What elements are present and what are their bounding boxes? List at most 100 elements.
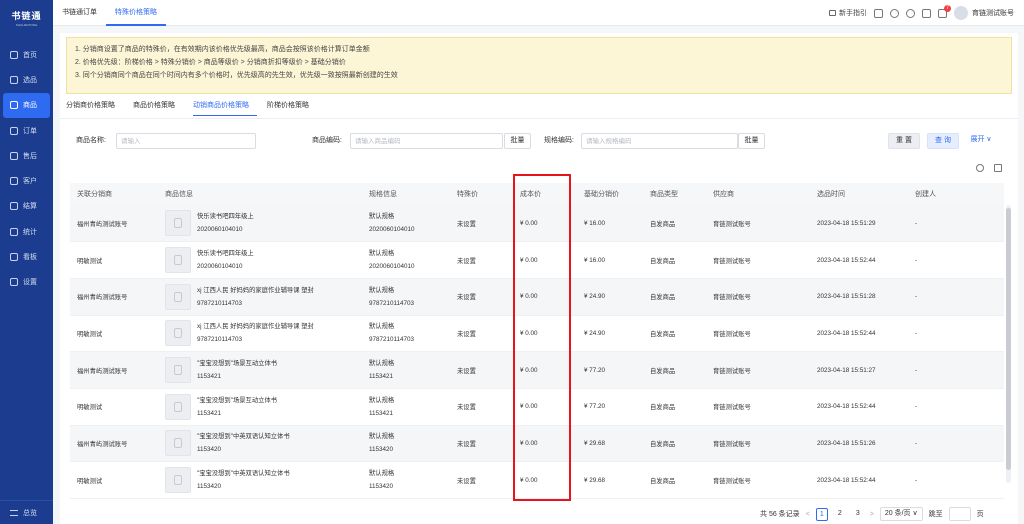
table-row[interactable]: 明敏测试 "宝宝没想到"中英双语认知立体书 1153420 默认规格 11534… <box>70 462 1004 499</box>
sidebar-item-label: 客户 <box>23 178 37 186</box>
guide-link[interactable]: 新手指引 <box>829 8 867 18</box>
special-price-cell: 未设置 <box>457 257 476 265</box>
product-type-cell: 自发商品 <box>650 220 676 228</box>
supplier-cell: 育链测试账号 <box>713 404 751 412</box>
sidebar-item-customers[interactable]: 客户 <box>0 168 53 193</box>
prev-page-icon[interactable]: < <box>806 511 810 518</box>
sidebar-item-home[interactable]: 首页 <box>0 42 53 67</box>
product-code-batch-button[interactable]: 批量 <box>504 133 531 149</box>
selection-time-cell: 2023-04-18 15:52:44 <box>817 476 876 484</box>
spec-code-input[interactable] <box>581 133 738 149</box>
sidebar-item-products[interactable]: 商品 <box>3 92 50 118</box>
notice-line: 1. 分销商设置了商品的特殊价，在有效期内该价格优先级最高，商品会按照该价格计算… <box>75 46 370 53</box>
goto-page-input[interactable] <box>948 507 971 521</box>
sidebar-item-label: 设置 <box>23 279 37 287</box>
scrollbar-thumb[interactable] <box>1006 208 1011 470</box>
reset-button[interactable]: 重 置 <box>888 133 920 149</box>
column-header: 基础分销价 <box>584 191 619 198</box>
product-info: 快乐读书吧四年级上 2020060104010 <box>165 247 362 274</box>
page-2[interactable]: 2 <box>834 508 846 521</box>
table-row[interactable]: 福州青屿测试账号 "宝宝没想到"场景互动立体书 1153421 默认规格 115… <box>70 351 1004 389</box>
product-info: "宝宝没想到"中英双语认知立体书 1153420 <box>165 467 362 494</box>
table-row[interactable]: 明敏测试 快乐读书吧四年级上 2020060104010 默认规格 202006… <box>70 242 1004 279</box>
home-icon <box>10 50 18 59</box>
product-info: "宝宝没想到"场景互动立体书 1153421 <box>165 393 362 420</box>
product-code: 1153420 <box>197 446 222 454</box>
gift-icon[interactable] <box>890 8 899 18</box>
table-row[interactable]: 明敏测试 xj 江西人民 好妈妈的家庭作业辅导课 塑封 978721011470… <box>70 315 1004 352</box>
cost-price-cell: ¥ 0.00 <box>520 366 538 374</box>
page-3[interactable]: 3 <box>852 508 864 521</box>
base-price-cell: ¥ 24.90 <box>584 293 606 301</box>
page-size-select[interactable]: 20 条/页 ∨ <box>879 507 923 521</box>
spec-code: 1153420 <box>369 483 394 491</box>
app-icon[interactable] <box>922 8 931 18</box>
page-1[interactable]: 1 <box>815 507 828 521</box>
sidebar-item-settings[interactable]: 设置 <box>0 270 53 295</box>
sidebar-item-orders[interactable]: 订单 <box>0 118 53 143</box>
sidebar-item-selection[interactable]: 选品 <box>0 67 53 92</box>
download-icon[interactable] <box>874 8 883 18</box>
selection-time-cell: 2023-04-18 15:51:26 <box>817 439 876 447</box>
product-type-cell: 自发商品 <box>650 294 676 302</box>
cost-price-cell: ¥ 0.00 <box>520 219 538 227</box>
headset-icon[interactable] <box>906 8 915 18</box>
table-row[interactable]: 福州青屿测试账号 快乐读书吧四年级上 2020060104010 默认规格 20… <box>70 205 1004 242</box>
image-placeholder-icon <box>174 328 182 339</box>
creator-cell: - <box>915 293 918 301</box>
refresh-icon[interactable] <box>976 164 984 172</box>
product-thumbnail <box>165 210 191 237</box>
distributor-cell: 福州青屿测试账号 <box>77 294 128 302</box>
creator-cell: - <box>915 219 918 227</box>
sidebar-item-label: 选品 <box>23 76 37 84</box>
sidebar-overview-button[interactable]: 总览 <box>0 500 53 524</box>
product-code: 1153421 <box>197 373 222 381</box>
tab-product-strategy[interactable]: 商品价格策略 <box>133 100 183 116</box>
sidebar-item-label: 商品 <box>23 102 37 110</box>
distributor-cell: 福州青屿测试账号 <box>77 220 128 228</box>
table-row[interactable]: 福州青屿测试账号 "宝宝没想到"中英双语认知立体书 1153420 默认规格 1… <box>70 425 1004 462</box>
next-page-icon[interactable]: > <box>870 511 874 518</box>
page-suffix: 页 <box>976 511 984 518</box>
user-menu[interactable]: 育链测试账号 <box>954 6 1014 20</box>
export-icon[interactable] <box>994 164 1002 172</box>
tab-moving-product-strategy[interactable]: 动销商品价格策略 <box>193 100 257 116</box>
product-code: 1153421 <box>197 409 222 417</box>
notice-line: 3. 同个分销商同个商品在同个时间内有多个价格时，优先级高的先生效，优先级一致按… <box>75 72 398 79</box>
supplier-cell: 育链测试账号 <box>713 330 751 338</box>
product-type-cell: 自发商品 <box>650 257 676 265</box>
query-button[interactable]: 查 询 <box>927 133 959 149</box>
column-header: 创建人 <box>915 191 936 198</box>
table-scrollbar[interactable] <box>1006 205 1011 483</box>
guide-label: 新手指引 <box>839 10 867 17</box>
product-name-input[interactable] <box>116 133 256 149</box>
settlement-icon <box>10 202 18 211</box>
table-row[interactable]: 福州青屿测试账号 xj 江西人民 好妈妈的家庭作业辅导课 塑封 97872101… <box>70 278 1004 316</box>
base-price-cell: ¥ 16.00 <box>584 256 606 264</box>
top-bar: 书链通订单 特殊价格策略 新手指引 7 育链测试账号 <box>53 0 1024 26</box>
spec-name: 默认规格 <box>369 213 395 221</box>
product-code-input[interactable] <box>350 133 503 149</box>
tab-special-price[interactable]: 特殊价格策略 <box>106 0 166 26</box>
spec-code-batch-button[interactable]: 批量 <box>738 133 765 149</box>
cost-price-cell: ¥ 0.00 <box>520 403 538 411</box>
sidebar-item-settlement[interactable]: 结算 <box>0 194 53 219</box>
base-price-cell: ¥ 24.90 <box>584 329 606 337</box>
product-type-cell: 自发商品 <box>650 367 676 375</box>
bell-icon[interactable]: 7 <box>938 4 951 18</box>
main-content: 1. 分销商设置了商品的特殊价，在有效期内该价格优先级最高，商品会按照该价格计算… <box>60 33 1018 524</box>
sidebar-item-dashboard[interactable]: 看板 <box>0 244 53 269</box>
table-tools <box>976 164 1002 172</box>
sidebar-item-after-sales[interactable]: 售后 <box>0 143 53 168</box>
tab-tier-strategy[interactable]: 阶梯价格策略 <box>267 100 317 116</box>
distributor-cell: 明敏测试 <box>77 330 103 338</box>
expand-button[interactable]: 展开 ∨ <box>964 133 998 149</box>
statistics-icon <box>10 227 18 236</box>
table-row[interactable]: 明敏测试 "宝宝没想到"场景互动立体书 1153421 默认规格 1153421… <box>70 388 1004 426</box>
orders-icon <box>10 126 18 135</box>
tab-orders[interactable]: 书链通订单 <box>53 0 106 26</box>
sidebar-item-statistics[interactable]: 统计 <box>0 219 53 244</box>
sidebar: 书链通 SHULIANTONG 首页 选品 商品 订单 售后 客户 结算 统计 看板 设置 总览 <box>0 0 53 524</box>
tab-distributor-strategy[interactable]: 分销商价格策略 <box>66 100 123 116</box>
image-placeholder-icon <box>174 401 182 412</box>
